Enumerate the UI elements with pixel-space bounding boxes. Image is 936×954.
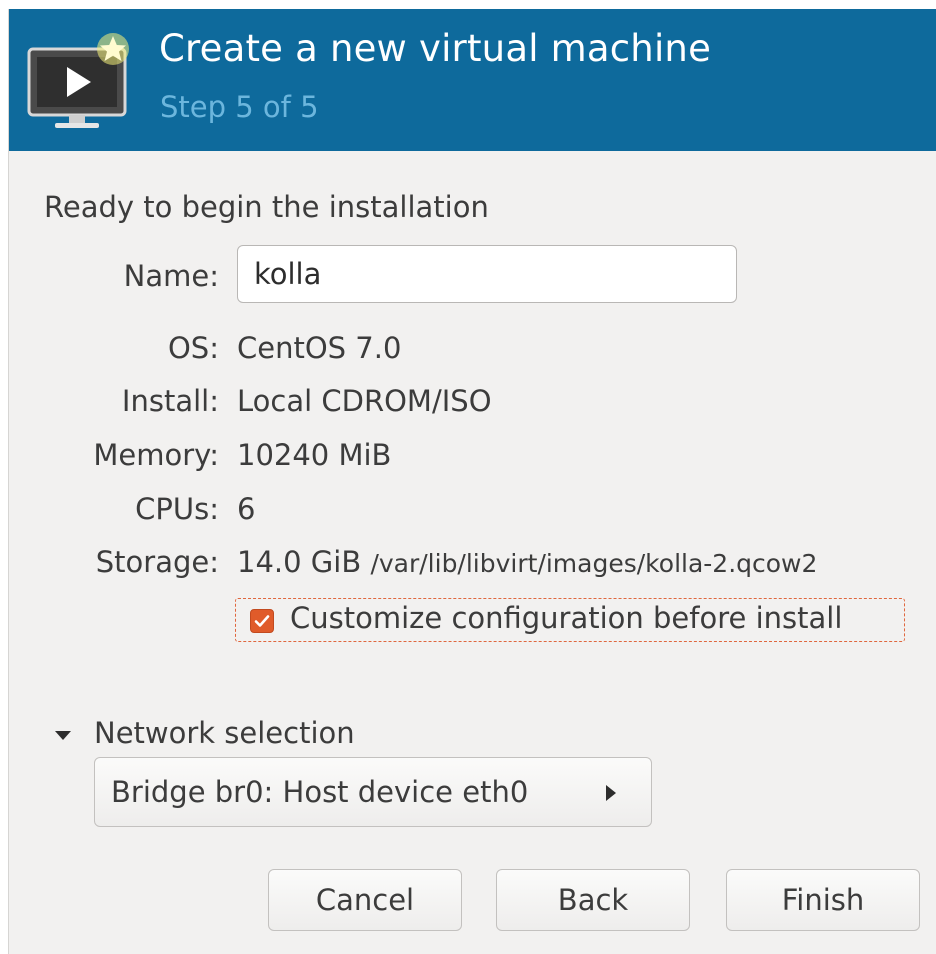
checkmark-icon <box>254 615 270 627</box>
storage-value: 14.0 GiB /var/lib/libvirt/images/kolla-2… <box>237 545 817 579</box>
dialog-header: Create a new virtual machine Step 5 of 5 <box>9 9 936 151</box>
vm-name-input[interactable] <box>237 245 737 303</box>
dialog-title: Create a new virtual machine <box>159 27 712 70</box>
os-label: OS: <box>167 331 219 365</box>
network-selection-label: Network selection <box>94 716 355 750</box>
network-source-value: Bridge br0: Host device eth0 <box>111 775 529 809</box>
step-indicator: Step 5 of 5 <box>160 90 319 124</box>
section-heading: Ready to begin the installation <box>44 190 489 224</box>
install-value: Local CDROM/ISO <box>237 384 492 418</box>
cpus-value: 6 <box>237 492 256 526</box>
triangle-right-icon <box>606 785 616 801</box>
triangle-down-icon <box>55 731 71 740</box>
customize-checkbox-row[interactable]: Customize configuration before install <box>235 598 905 642</box>
customize-label: Customize configuration before install <box>290 601 843 635</box>
back-button[interactable]: Back <box>496 869 690 931</box>
cpus-label: CPUs: <box>135 492 219 526</box>
cancel-button[interactable]: Cancel <box>268 869 462 931</box>
storage-label: Storage: <box>95 545 219 579</box>
storage-path: /var/lib/libvirt/images/kolla-2.qcow2 <box>370 549 818 578</box>
install-label: Install: <box>121 384 219 418</box>
storage-size: 14.0 GiB <box>237 545 362 579</box>
name-label: Name: <box>123 259 219 293</box>
memory-label: Memory: <box>93 438 219 472</box>
os-value: CentOS 7.0 <box>237 331 402 365</box>
customize-checkbox[interactable] <box>250 609 274 633</box>
finish-button[interactable]: Finish <box>726 869 920 931</box>
memory-value: 10240 MiB <box>237 438 392 472</box>
network-selection-expander[interactable]: Network selection <box>53 716 413 756</box>
new-vm-dialog: Create a new virtual machine Step 5 of 5… <box>8 9 936 954</box>
virtual-machine-icon <box>25 27 135 131</box>
network-source-combo[interactable]: Bridge br0: Host device eth0 <box>94 757 652 827</box>
